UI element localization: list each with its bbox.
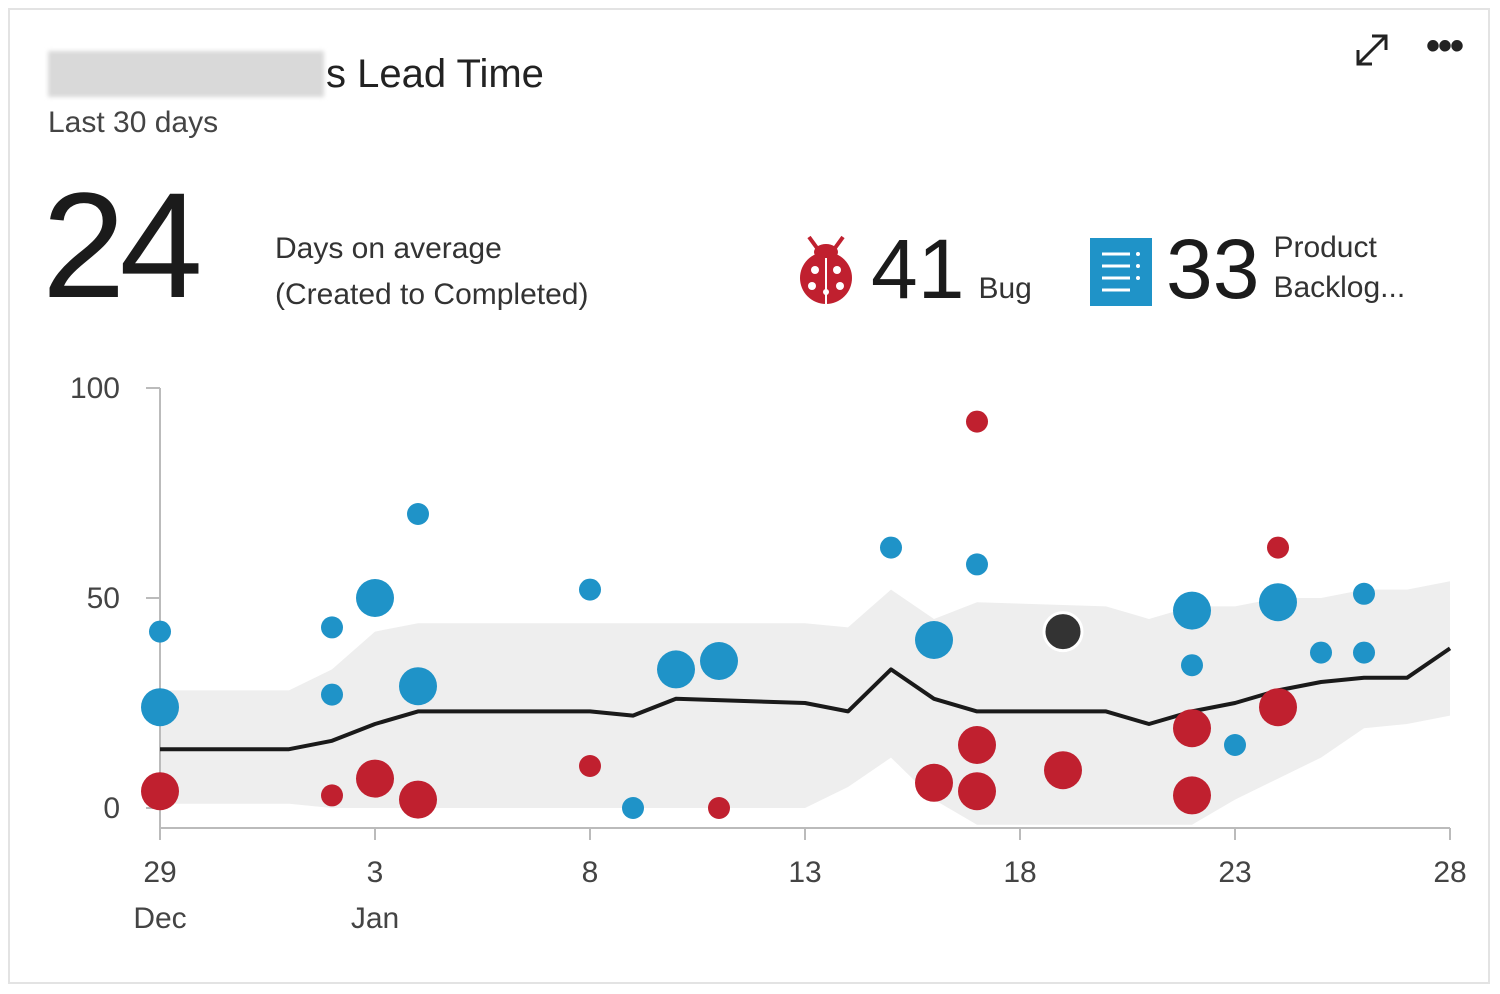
pbi-point — [880, 536, 902, 559]
pbi-point — [321, 683, 343, 706]
pbi-point — [915, 621, 953, 659]
pbi-point — [1353, 582, 1375, 605]
pbi-point — [1353, 641, 1375, 664]
x-tick-month-label: Jan — [351, 902, 399, 935]
bug-point — [141, 772, 179, 811]
bug-point — [1173, 776, 1211, 815]
pbi-point — [141, 688, 179, 727]
bug-point — [958, 772, 996, 811]
bug-point — [915, 763, 953, 802]
pbi-point — [399, 667, 437, 706]
pbi-point — [1224, 734, 1246, 756]
pbi-point — [657, 650, 695, 689]
x-tick-label: 8 — [582, 856, 599, 889]
bug-point — [1044, 751, 1082, 790]
y-tick-label: 50 — [87, 582, 120, 615]
y-tick-label: 0 — [103, 792, 120, 825]
pbi-point — [149, 620, 171, 643]
bug-point — [356, 759, 394, 798]
pbi-point — [579, 578, 601, 601]
x-tick-label: 13 — [788, 856, 821, 889]
pbi-point — [321, 616, 343, 639]
pbi-point — [1173, 591, 1211, 630]
pbi-point — [407, 503, 429, 525]
x-tick-label: 18 — [1003, 856, 1036, 889]
pbi-point — [1259, 583, 1297, 622]
pbi-point — [622, 797, 644, 819]
lead-time-scatter-chart: 0 50 100 29 Dec 3 Jan 8 13 18 23 28 — [70, 372, 1467, 935]
bug-point — [399, 780, 437, 819]
pbi-point — [966, 553, 988, 576]
x-tick-label: 29 — [143, 856, 176, 889]
pbi-point — [1181, 654, 1203, 677]
bug-point — [1259, 688, 1297, 727]
pbi-point — [356, 579, 394, 617]
bug-point — [1267, 536, 1289, 559]
bug-point — [1173, 709, 1211, 748]
pbi-point — [1310, 641, 1332, 664]
bug-point — [708, 797, 730, 819]
bug-point — [579, 755, 601, 777]
other-point — [1042, 611, 1084, 653]
bug-point — [966, 410, 988, 433]
x-tick-label: 3 — [367, 856, 384, 889]
bug-point — [321, 784, 343, 807]
x-tick-label: 28 — [1433, 856, 1466, 889]
x-tick-month-label: Dec — [133, 902, 186, 935]
pbi-point — [700, 642, 738, 680]
x-tick-label: 23 — [1218, 856, 1251, 889]
y-tick-label: 100 — [70, 372, 120, 405]
bug-point — [958, 726, 996, 764]
